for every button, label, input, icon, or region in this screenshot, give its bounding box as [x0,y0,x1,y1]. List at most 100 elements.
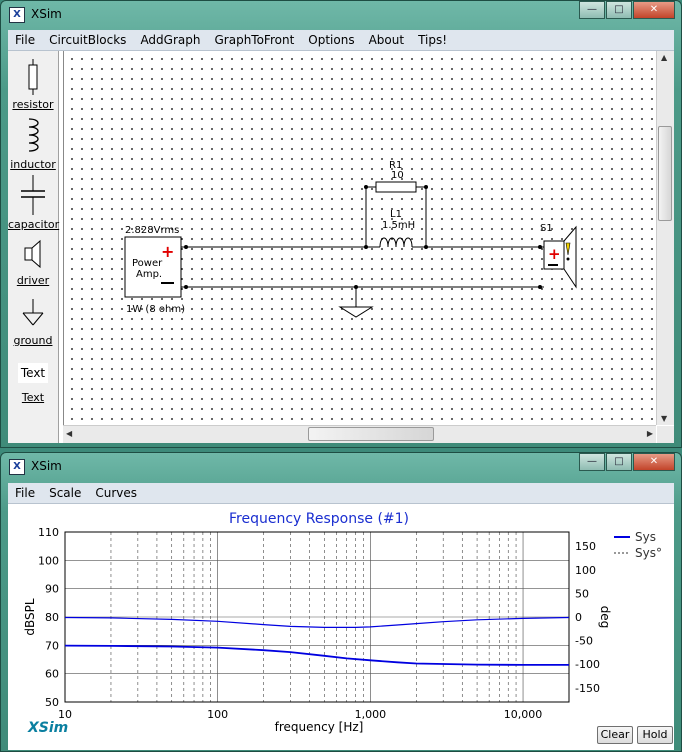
x-tick-label: 100 [207,708,228,721]
frequency-response-chart[interactable]: Frequency Response (#1) 110 100 90 80 70 60 50… [8,504,676,750]
amp-power-label: 1W (8 ohm) [126,304,185,315]
y-axis-ticks: 110 100 90 80 70 60 50 [38,526,59,709]
tool-driver-label: driver [16,274,50,287]
scroll-down-icon[interactable]: ▼ [661,414,667,423]
vertical-scroll-thumb[interactable] [658,126,672,221]
graph-menu-file[interactable]: File [8,483,42,503]
graph-close-button[interactable]: ✕ [633,453,675,471]
ground-symbol[interactable] [338,306,374,318]
graph-title-bar[interactable]: X XSim — □ ✕ [1,453,681,481]
y-axis-label: dBSPL [23,598,37,635]
tool-driver[interactable]: driver [8,239,58,287]
y2-tick-label: -100 [575,658,600,671]
y2-tick-label: 150 [575,540,596,553]
schematic-client: resistor inductor capacitor driver groun… [8,51,674,443]
menu-graphtofront[interactable]: GraphToFront [207,30,301,50]
x-tick-label: 10,000 [504,708,543,721]
schematic-canvas[interactable]: 2.828Vrms Power Amp. 1W (8 ohm) + R1 10 … [63,51,656,425]
tool-inductor[interactable]: inductor [8,117,58,171]
tool-text[interactable]: Text Text [8,363,58,404]
chart-grid [65,531,570,703]
circuit-diagram[interactable]: 2.828Vrms Power Amp. 1W (8 ohm) + R1 10 … [64,51,650,425]
graph-app-icon[interactable]: X [9,459,25,475]
graph-window-title: XSim [31,459,62,473]
menu-file[interactable]: File [8,30,42,50]
graph-menu-scale[interactable]: Scale [42,483,88,503]
y-tick-label: 100 [38,554,59,567]
menu-circuitblocks[interactable]: CircuitBlocks [42,30,133,50]
window-title: XSim [31,7,62,21]
x-axis-label: frequency [Hz] [275,720,364,734]
capacitor-icon [21,175,45,215]
text-icon: Text [18,363,48,383]
resistor-r1[interactable] [375,181,417,193]
scroll-up-icon[interactable]: ▲ [661,53,667,62]
tool-capacitor[interactable]: capacitor [8,175,60,231]
ground-icon [22,299,44,326]
amp-plus-terminal: + [161,242,174,261]
minimize-button[interactable]: — [579,1,605,19]
vertical-scrollbar[interactable]: ▲ ▼ [656,51,674,425]
scroll-right-icon[interactable]: ▶ [647,429,653,438]
y-tick-label: 50 [45,696,59,709]
y2-tick-label: 50 [575,587,589,600]
r1-value-label: 10 [391,170,404,181]
svg-text:+: + [548,245,561,263]
horizontal-scroll-thumb[interactable] [308,427,434,441]
title-bar[interactable]: X XSim — □ ✕ [1,1,681,29]
chart-title: Frequency Response (#1) [229,511,409,527]
series-sys-line [64,644,569,666]
y-tick-label: 110 [38,526,59,539]
y-tick-label: 70 [45,639,59,652]
xsim-brand-label: XSim [27,720,68,736]
junction-dots [184,185,542,289]
y2-tick-label: 0 [575,611,582,624]
menu-bar: File CircuitBlocks AddGraph GraphToFront… [8,30,674,51]
menu-options[interactable]: Options [301,30,361,50]
tool-ground[interactable]: ground [8,299,58,347]
y2-tick-label: -50 [575,635,593,648]
menu-tips[interactable]: Tips! [411,30,454,50]
amp-label-line1: Power [132,258,163,269]
amp-voltage-label: 2.828Vrms [125,225,179,236]
amp-label-line2: Amp. [136,269,162,280]
y-tick-label: 90 [45,583,59,596]
close-button[interactable]: ✕ [633,1,675,19]
speaker-name-label: S1 [540,223,553,234]
speaker-s1[interactable]: + [543,225,577,289]
graph-client: Frequency Response (#1) 110 100 90 80 70 60 50… [8,504,674,750]
menu-addgraph[interactable]: AddGraph [133,30,207,50]
inductor-icon [28,118,39,152]
graph-menu-curves[interactable]: Curves [88,483,144,503]
y-tick-label: 60 [45,668,59,681]
clear-button[interactable]: Clear [597,726,633,744]
hold-button[interactable]: Hold [637,726,673,744]
app-icon[interactable]: X [9,7,25,23]
horizontal-scrollbar[interactable]: ◀ ▶ [63,425,656,443]
tool-resistor-label: resistor [12,98,54,111]
inductor-l1[interactable] [379,237,413,248]
tool-capacitor-label: capacitor [8,218,60,231]
tool-resistor[interactable]: resistor [8,59,58,111]
resistor-icon [28,59,38,95]
y2-tick-label: -150 [575,682,600,695]
graph-maximize-button[interactable]: □ [606,453,632,471]
series-sys-phase-line [64,616,570,628]
scroll-left-icon[interactable]: ◀ [66,429,72,438]
graph-menu-bar: File Scale Curves [8,483,674,504]
y2-tick-label: 100 [575,564,596,577]
tool-text-label: Text [21,391,45,404]
y2-axis-label: deg [598,606,612,629]
chart-series [64,616,570,666]
y2-axis-ticks: 150 100 50 0 -50 -100 -150 [575,540,600,695]
graph-minimize-button[interactable]: — [579,453,605,471]
legend-sysphase-label: Sys° [635,546,662,560]
maximize-button[interactable]: □ [606,1,632,19]
scroll-corner [657,426,674,443]
speaker-icon [24,239,41,269]
tool-ground-label: ground [13,334,53,347]
menu-about[interactable]: About [362,30,411,50]
legend-sys-label: Sys [635,530,656,544]
y-tick-label: 80 [45,611,59,624]
component-toolbox: resistor inductor capacitor driver groun… [8,51,59,443]
